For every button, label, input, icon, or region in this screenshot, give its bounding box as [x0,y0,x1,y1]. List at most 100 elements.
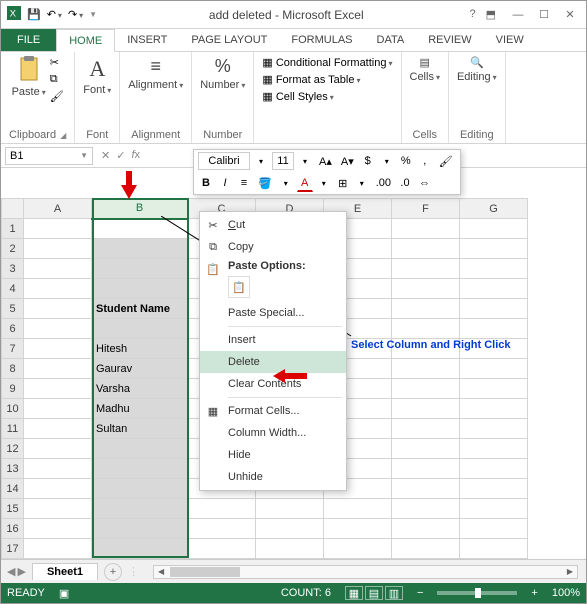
tab-formulas[interactable]: FORMULAS [279,29,364,51]
accounting-format-icon[interactable]: $ [360,152,376,170]
maximize-button[interactable]: ☐ [532,5,556,25]
row-header[interactable]: 2 [2,239,24,259]
row-header[interactable]: 13 [2,459,24,479]
mini-size-select[interactable]: 11 [272,152,294,170]
row-header[interactable]: 15 [2,499,24,519]
row-header[interactable]: 17 [2,539,24,559]
cut-icon[interactable]: ✂ [50,56,64,69]
ribbon-options-icon[interactable]: ⬒ [486,8,496,21]
increase-font-icon[interactable]: A▴ [316,152,335,170]
name-box[interactable]: B1▼ [5,147,93,165]
row-header[interactable]: 10 [2,399,24,419]
zoom-slider[interactable] [437,591,517,595]
qat-customize-icon[interactable]: ▼ [89,10,97,19]
cell-b7[interactable]: Hitesh [92,339,188,359]
font-color-icon[interactable]: A [297,174,313,192]
close-button[interactable]: ✕ [558,5,582,25]
cell-b10[interactable]: Madhu [92,399,188,419]
percent-format-icon[interactable]: % [398,152,414,170]
col-header-f[interactable]: F [392,199,460,219]
new-sheet-button[interactable]: + [104,563,122,581]
ctx-insert[interactable]: Insert [200,329,346,351]
zoom-out-button[interactable]: − [417,587,423,599]
mini-font-select[interactable]: Calibri [198,152,250,170]
fill-color-icon[interactable]: 🪣 [255,174,275,192]
sheet-tab-sheet1[interactable]: Sheet1 [32,563,98,580]
cell-b11[interactable]: Sultan [92,419,188,439]
col-header-a[interactable]: A [24,199,92,219]
row-header[interactable]: 5 [2,299,24,319]
ctx-column-width[interactable]: Column Width... [200,422,346,444]
cell-b9[interactable]: Varsha [92,379,188,399]
row-header[interactable]: 12 [2,439,24,459]
cell-styles-button[interactable]: ▦ Cell Styles [262,90,392,103]
col-header-b[interactable]: B [92,199,188,219]
merge-icon[interactable]: ⇔ [416,174,433,192]
enter-formula-icon[interactable]: ✓ [116,149,125,162]
format-painter-icon[interactable]: 🖌 [50,90,64,103]
help-icon[interactable]: ? [469,8,475,21]
increase-decimal-icon[interactable]: .00 [373,174,394,192]
normal-view-icon[interactable]: ▦ [345,586,363,600]
page-break-view-icon[interactable]: ▥ [385,586,403,600]
select-all-corner[interactable] [2,199,24,219]
alignment-button[interactable]: ≡Alignment [128,56,183,91]
row-header[interactable]: 4 [2,279,24,299]
cell-b8[interactable]: Gaurav [92,359,188,379]
editing-button[interactable]: 🔍Editing [457,56,497,83]
row-header[interactable]: 1 [2,219,24,239]
macro-record-icon[interactable]: ▣ [59,587,69,600]
ctx-format-cells[interactable]: ▦Format Cells... [200,400,346,422]
save-icon[interactable]: 💾 [27,8,41,21]
row-header[interactable]: 16 [2,519,24,539]
horizontal-scrollbar[interactable]: ◀ ▶ [153,565,578,579]
page-layout-view-icon[interactable]: ▤ [365,586,383,600]
row-header[interactable]: 14 [2,479,24,499]
tab-review[interactable]: REVIEW [416,29,483,51]
row-header[interactable]: 8 [2,359,24,379]
row-header[interactable]: 6 [2,319,24,339]
fx-icon[interactable]: fx [131,149,140,162]
paste-button[interactable]: Paste [12,56,46,98]
ctx-paste-special[interactable]: Paste Special... [200,302,346,324]
format-as-table-button[interactable]: ▦ Format as Table [262,73,392,86]
col-header-g[interactable]: G [460,199,528,219]
copy-icon[interactable]: ⧉ [50,73,64,86]
italic-button[interactable]: I [217,174,233,192]
clipboard-launcher[interactable]: ◢ [60,131,66,140]
comma-format-icon[interactable]: , [417,152,433,170]
number-button[interactable]: %Number [200,56,245,91]
format-painter-mini-icon[interactable]: 🖌 [436,152,456,170]
ctx-hide[interactable]: Hide [200,444,346,466]
row-header[interactable]: 7 [2,339,24,359]
conditional-formatting-button[interactable]: ▦ Conditional Formatting [262,56,392,69]
tab-home[interactable]: HOME [56,29,115,52]
zoom-level[interactable]: 100% [552,587,580,599]
sheet-nav-prev[interactable]: ◀ [7,565,15,578]
cell-b5[interactable]: Student Name [92,299,188,319]
paste-option-all[interactable]: 📋 [228,276,250,298]
align-icon[interactable]: ≡ [236,174,252,192]
sheet-nav-next[interactable]: ▶ [17,565,25,578]
redo-icon[interactable]: ↷ [68,8,83,21]
ctx-cut[interactable]: ✂Cut [200,214,346,236]
row-header[interactable]: 9 [2,379,24,399]
row-header[interactable]: 11 [2,419,24,439]
tab-insert[interactable]: INSERT [115,29,179,51]
bold-button[interactable]: B [198,174,214,192]
minimize-button[interactable]: — [506,5,530,25]
cells-button[interactable]: ▤Cells [410,56,440,83]
tab-view[interactable]: VIEW [484,29,536,51]
zoom-in-button[interactable]: + [531,587,537,599]
ctx-unhide[interactable]: Unhide [200,466,346,488]
undo-icon[interactable]: ↶ [47,8,62,21]
cancel-formula-icon[interactable]: ✕ [101,149,110,162]
font-button[interactable]: AFont [83,56,111,96]
decrease-font-icon[interactable]: A▾ [338,152,357,170]
border-icon[interactable]: ⊞ [335,174,351,192]
decrease-decimal-icon[interactable]: .0 [397,174,413,192]
tab-page-layout[interactable]: PAGE LAYOUT [179,29,279,51]
ctx-copy[interactable]: ⧉Copy [200,236,346,258]
tab-file[interactable]: FILE [1,29,56,51]
row-header[interactable]: 3 [2,259,24,279]
